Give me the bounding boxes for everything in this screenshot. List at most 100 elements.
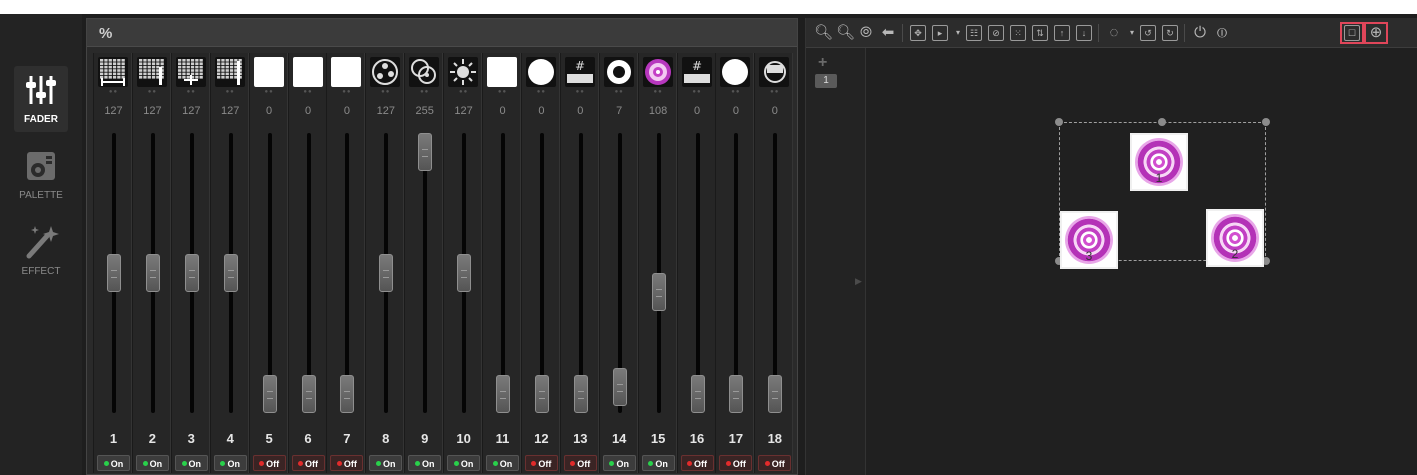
fader-track[interactable] — [578, 133, 583, 413]
fader-handle[interactable] — [729, 375, 744, 413]
off-shutter-icon[interactable] — [759, 57, 790, 87]
channel-toggle-label: On — [616, 459, 629, 469]
channel-toggle-button[interactable]: On — [135, 455, 169, 471]
add-layer-button[interactable]: + — [818, 54, 827, 72]
channel-toggle-button[interactable]: On — [602, 455, 636, 471]
channel-toggle-button[interactable]: Off — [291, 455, 325, 471]
fader-handle[interactable] — [651, 273, 666, 312]
chevron-down-icon[interactable]: ▾ — [1124, 25, 1140, 41]
select-tool-icon[interactable]: ▸ — [932, 25, 948, 41]
channel-toggle-button[interactable]: On — [97, 455, 130, 471]
white-square-icon[interactable] — [487, 57, 517, 87]
channel-toggle-button[interactable]: On — [174, 455, 208, 471]
fixture-canvas[interactable]: 1 2 3 — [866, 48, 1417, 475]
channel-toggle-button[interactable]: Off — [524, 455, 558, 471]
back-icon[interactable]: ⬅ — [880, 25, 896, 41]
channel-toggle-button[interactable]: On — [447, 455, 481, 471]
zoom-reset-icon[interactable]: ⦾ — [858, 25, 874, 41]
white-square-icon[interactable] — [331, 57, 362, 87]
channel-toggle-button[interactable]: On — [641, 455, 675, 471]
fader-handle[interactable] — [496, 375, 510, 413]
fader-handle[interactable] — [223, 254, 238, 292]
fader-handle[interactable] — [457, 254, 472, 292]
fader-track[interactable] — [695, 133, 700, 413]
chevron-down-icon[interactable]: ▾ — [950, 25, 966, 41]
channel-toggle-button[interactable]: Off — [758, 455, 792, 471]
matrix-icon[interactable]: ⁙ — [1010, 25, 1026, 41]
channel-toggle-button[interactable]: Off — [330, 455, 364, 471]
rotate-right-icon[interactable]: ↻ — [1162, 25, 1178, 41]
index-icon[interactable]: # — [681, 57, 712, 87]
gobo-rotation-icon[interactable] — [409, 57, 440, 87]
white-circle-icon[interactable] — [525, 57, 556, 87]
rose-gobo-icon[interactable] — [642, 57, 673, 87]
fader-track[interactable] — [773, 133, 778, 413]
fader-handle[interactable] — [418, 133, 433, 171]
fader-handle[interactable] — [262, 375, 277, 413]
fader-handle[interactable] — [573, 375, 588, 413]
fader-handle[interactable] — [690, 375, 705, 413]
channel-toggle-button[interactable]: Off — [719, 455, 753, 471]
channel-toggle-button[interactable]: Off — [563, 455, 597, 471]
fader-track[interactable] — [423, 133, 428, 413]
channel-toggle-button[interactable]: On — [486, 455, 519, 471]
sidebar-item-fader[interactable]: FADER — [14, 66, 68, 132]
fader-handle[interactable] — [301, 375, 316, 413]
zoom-in-icon[interactable]: 🔍︎ — [814, 25, 833, 41]
fader-track[interactable] — [306, 133, 311, 413]
move-tool-icon[interactable]: ✥ — [910, 25, 926, 41]
selection-handle[interactable] — [1262, 118, 1270, 126]
rotate-left-icon[interactable]: ↺ — [1140, 25, 1156, 41]
channel-number: 11 — [495, 431, 510, 446]
move-down-icon[interactable]: ↓ — [1076, 25, 1092, 41]
channel-toggle-button[interactable]: Off — [680, 455, 714, 471]
white-square-icon[interactable] — [253, 57, 284, 87]
ring-icon[interactable] — [603, 57, 634, 87]
fixture-1[interactable]: 1 — [1130, 133, 1188, 191]
gobo-wheel-icon[interactable] — [370, 57, 401, 87]
pan-icon[interactable] — [98, 57, 128, 87]
white-square-icon[interactable] — [292, 57, 323, 87]
fader-handle[interactable] — [534, 375, 549, 413]
fixture-3[interactable]: 3 — [1060, 211, 1118, 269]
fader-handle[interactable] — [107, 254, 121, 292]
fader-handle[interactable] — [612, 367, 627, 406]
sidebar-item-palette[interactable]: PALETTE — [14, 142, 68, 208]
circle-layout-icon[interactable]: ◌ — [1106, 25, 1122, 41]
collapse-arrow-icon[interactable]: ▶ — [855, 276, 862, 287]
fader-handle[interactable] — [145, 254, 160, 292]
channel-toggle-button[interactable]: On — [369, 455, 403, 471]
swap-icon[interactable]: ⇅ — [1032, 25, 1048, 41]
no-entry-icon[interactable]: ⊘ — [988, 25, 1004, 41]
fader-track[interactable] — [267, 133, 272, 413]
white-circle-icon[interactable] — [720, 57, 751, 87]
fader-handle[interactable] — [340, 375, 355, 413]
power-icon[interactable]: ⏻ — [1192, 25, 1208, 41]
fader-track[interactable] — [539, 133, 544, 413]
fader-handle[interactable] — [184, 254, 199, 292]
sidebar-item-effect[interactable]: EFFECT — [14, 218, 68, 284]
fader-track[interactable] — [501, 133, 505, 413]
tilt-icon[interactable] — [175, 57, 206, 87]
index-icon[interactable]: # — [564, 57, 595, 87]
fixture-2[interactable]: 2 — [1206, 209, 1264, 267]
selection-handle[interactable] — [1055, 118, 1063, 126]
channel-toggle-button[interactable]: On — [408, 455, 442, 471]
pan-fine-icon[interactable] — [136, 57, 167, 87]
tilt-fine-icon[interactable] — [214, 57, 245, 87]
power-off-icon[interactable]: ⏼ — [1214, 25, 1230, 41]
layer-tab-1[interactable]: 1 — [815, 74, 837, 88]
status-dot-icon — [142, 461, 148, 466]
fader-handle[interactable] — [768, 375, 783, 413]
selection-handle[interactable] — [1158, 118, 1166, 126]
fader-track[interactable] — [345, 133, 350, 413]
channel-toggle-button[interactable]: On — [213, 455, 247, 471]
grid-icon[interactable]: ☷ — [966, 25, 982, 41]
move-up-icon[interactable]: ↑ — [1054, 25, 1070, 41]
dimmer-icon[interactable] — [448, 57, 479, 87]
status-dot-icon — [376, 461, 382, 466]
fader-handle[interactable] — [379, 254, 394, 292]
channel-toggle-button[interactable]: Off — [252, 455, 286, 471]
zoom-out-icon[interactable]: 🔍︎ — [836, 25, 855, 41]
fader-track[interactable] — [734, 133, 739, 413]
